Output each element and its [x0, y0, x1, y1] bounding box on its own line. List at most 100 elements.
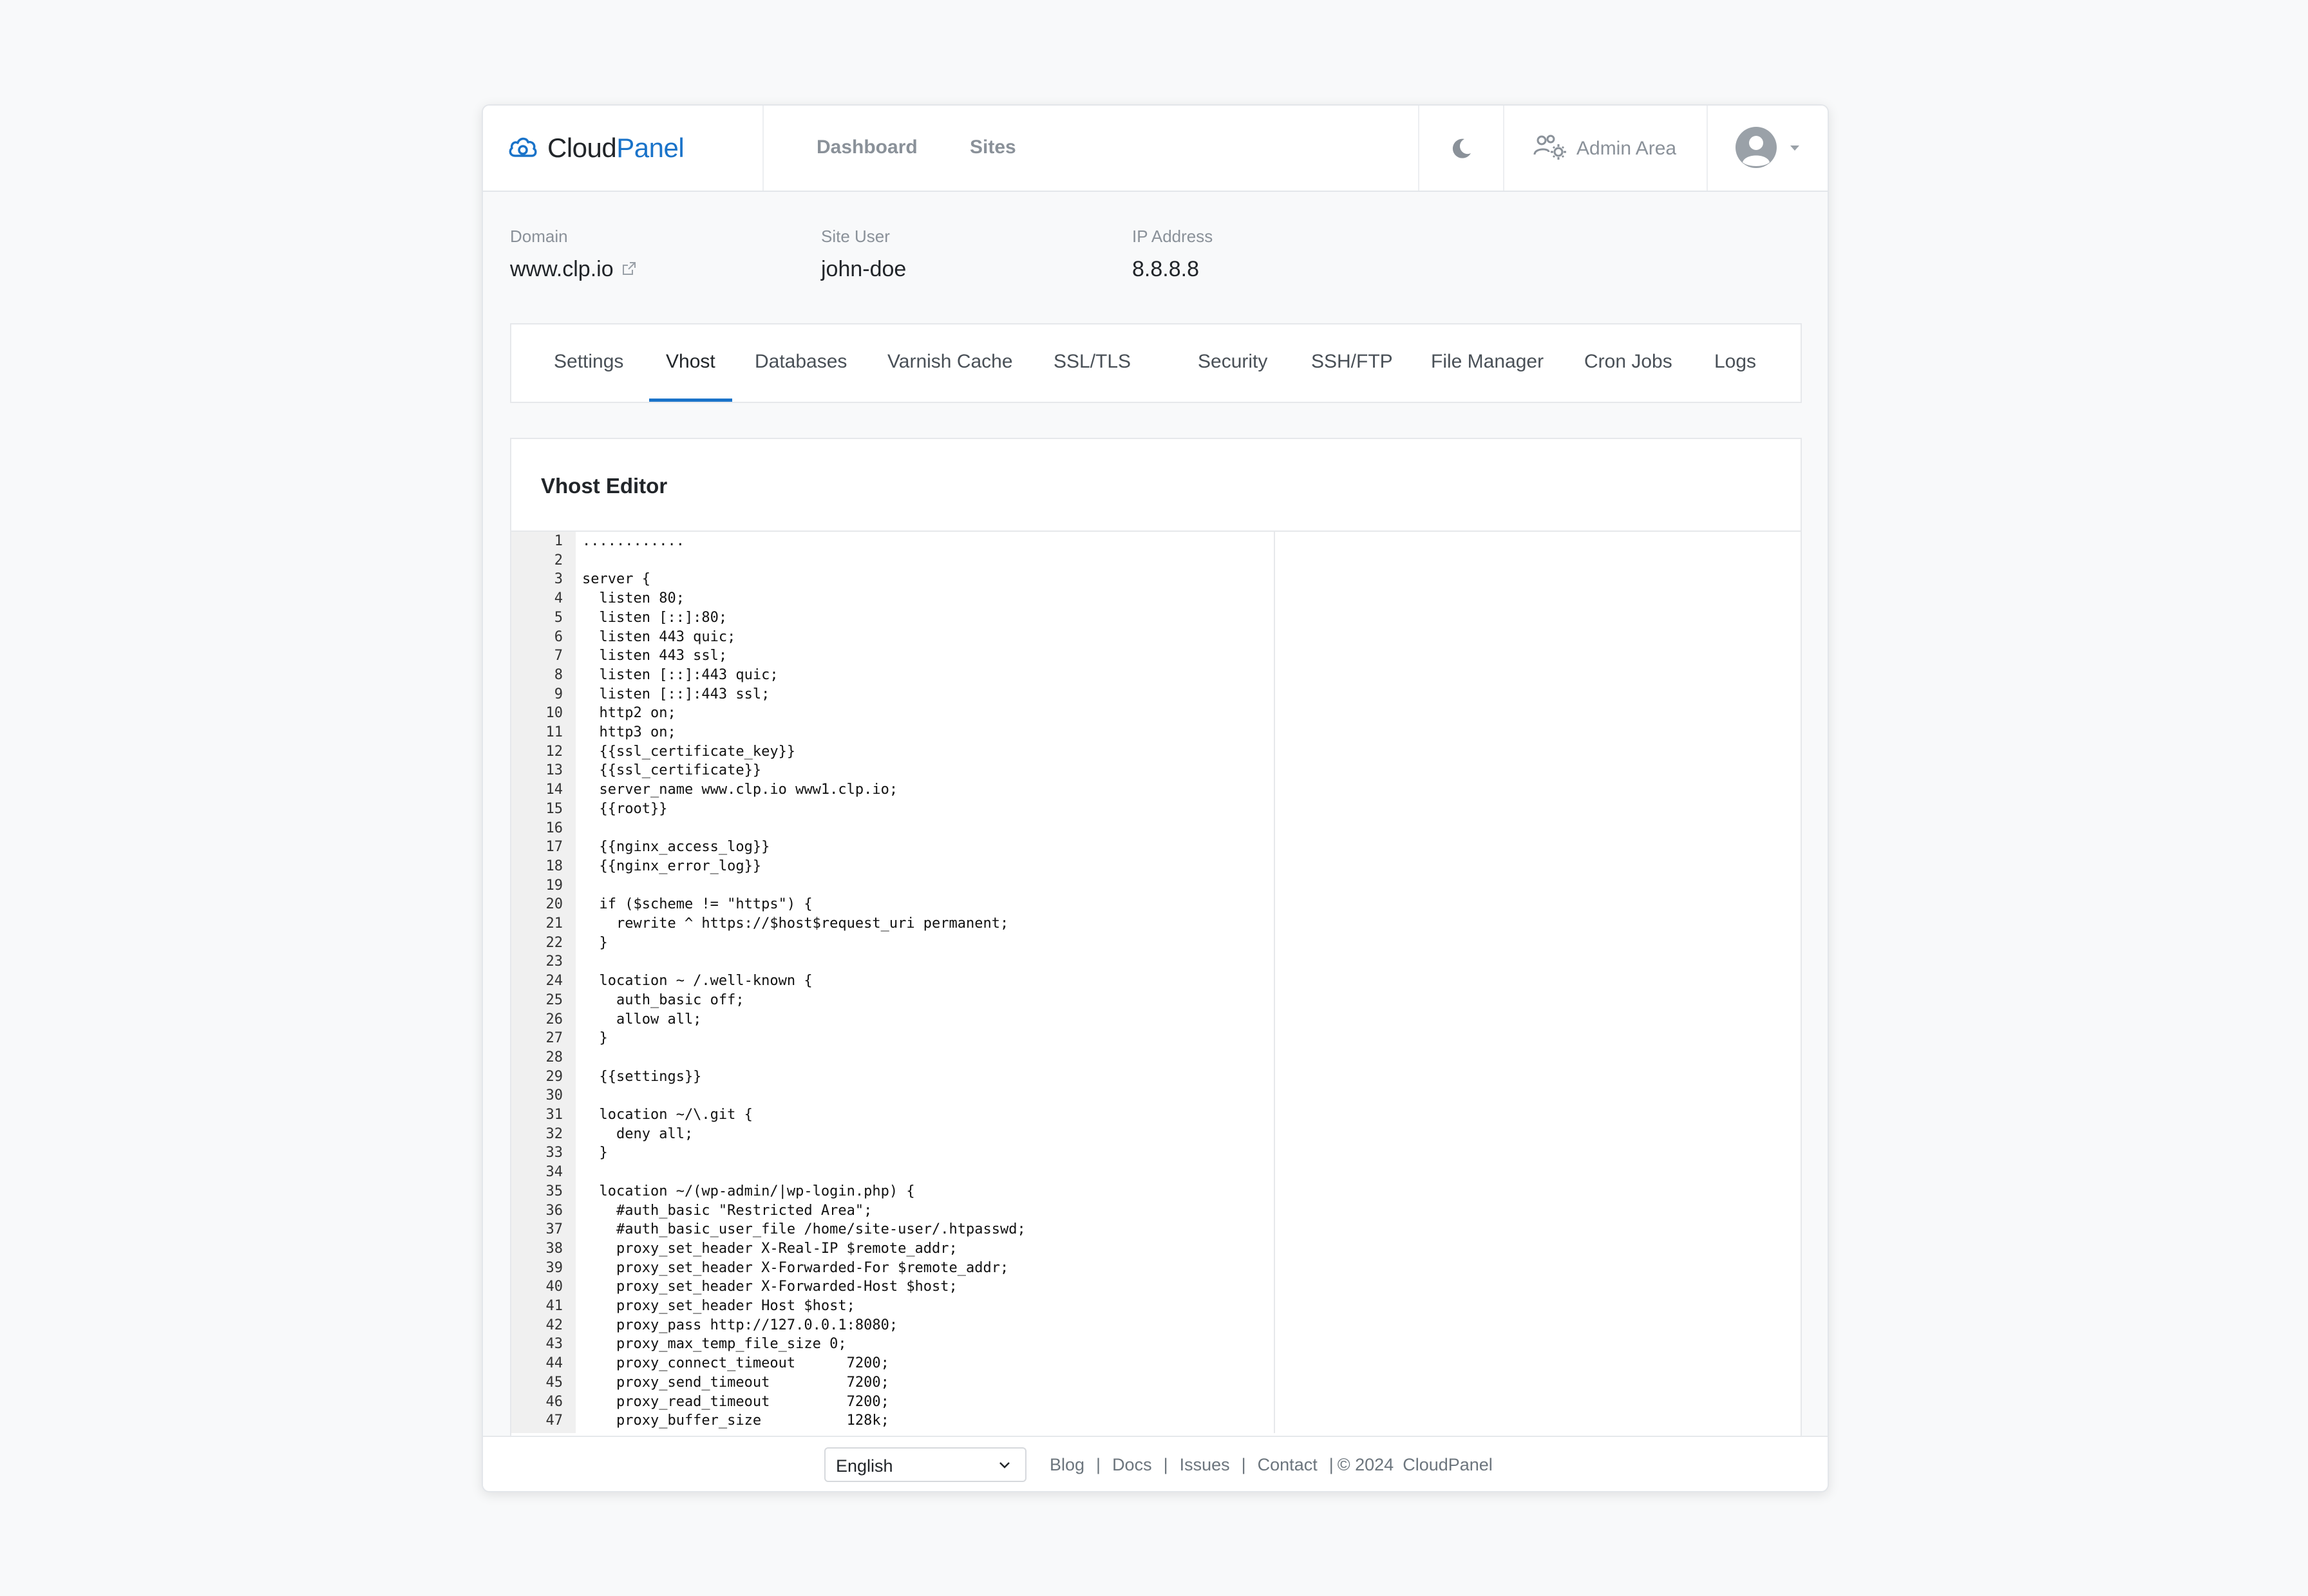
code-line[interactable]: 43 proxy_max_temp_file_size 0;: [511, 1335, 1274, 1354]
code-line[interactable]: 2: [511, 551, 1274, 570]
tab-settings[interactable]: Settings: [554, 324, 623, 402]
site-user-info: Site User john-doe: [821, 227, 906, 282]
code-line[interactable]: 18 {{nginx_error_log}}: [511, 857, 1274, 876]
line-number: 15: [545, 800, 563, 817]
code-line[interactable]: 20 if ($scheme != "https") {: [511, 895, 1274, 914]
code-line[interactable]: 25 auth_basic off;: [511, 991, 1274, 1010]
header-divider: [1503, 106, 1504, 191]
footer-link-docs[interactable]: Docs: [1112, 1455, 1152, 1475]
code-line[interactable]: 22 }: [511, 934, 1274, 953]
footer-link-issues[interactable]: Issues: [1180, 1455, 1230, 1475]
domain-info: Domain www.clp.io: [510, 227, 637, 282]
nav-dashboard[interactable]: Dashboard: [817, 136, 918, 158]
code-line[interactable]: 44 proxy_connect_timeout 7200;: [511, 1354, 1274, 1373]
code-text: proxy_buffer_size 128k;: [582, 1413, 889, 1429]
code-text: location ~/(wp-admin/|wp-login.php) {: [582, 1183, 915, 1199]
code-line[interactable]: 4 listen 80;: [511, 589, 1274, 608]
line-number: 19: [545, 877, 563, 894]
code-line[interactable]: 40 proxy_set_header X-Forwarded-Host $ho…: [511, 1277, 1274, 1297]
code-line[interactable]: 36 #auth_basic "Restricted Area";: [511, 1201, 1274, 1221]
tab-databases[interactable]: Databases: [755, 324, 847, 402]
tab-vhost[interactable]: Vhost: [649, 324, 732, 402]
code-line[interactable]: 15 {{root}}: [511, 800, 1274, 819]
admin-area-link[interactable]: Admin Area: [1533, 133, 1676, 164]
line-number: 22: [545, 934, 563, 951]
code-line[interactable]: 28: [511, 1048, 1274, 1067]
nav-sites[interactable]: Sites: [970, 136, 1016, 158]
code-line[interactable]: 1............: [511, 532, 1274, 551]
line-number: 8: [554, 666, 563, 683]
tab-file-manager[interactable]: File Manager: [1431, 324, 1544, 402]
code-line[interactable]: 34: [511, 1163, 1274, 1182]
tab-cron-jobs[interactable]: Cron Jobs: [1584, 324, 1672, 402]
line-number: 34: [545, 1164, 563, 1181]
code-line[interactable]: 32 deny all;: [511, 1125, 1274, 1144]
line-number: 46: [545, 1393, 563, 1410]
vhost-editor-card: Vhost Editor 1............ 2 3 server {4 li…: [510, 438, 1802, 1491]
code-line[interactable]: 17 {{nginx_access_log}}: [511, 838, 1274, 857]
code-line[interactable]: 8 listen [::]:443 quic;: [511, 666, 1274, 685]
code-line[interactable]: 5 listen [::]:80;: [511, 608, 1274, 628]
code-line[interactable]: 11 http3 on;: [511, 723, 1274, 742]
language-select[interactable]: English: [824, 1447, 1026, 1482]
code-text: deny all;: [582, 1125, 694, 1142]
code-text: proxy_send_timeout 7200;: [582, 1374, 889, 1391]
code-text: #auth_basic "Restricted Area";: [582, 1202, 873, 1219]
site-user-label: Site User: [821, 227, 890, 246]
code-line[interactable]: 35 location ~/(wp-admin/|wp-login.php) {: [511, 1182, 1274, 1201]
footer-link-blog[interactable]: Blog: [1050, 1455, 1084, 1475]
code-line[interactable]: 38 proxy_set_header X-Real-IP $remote_ad…: [511, 1239, 1274, 1259]
domain-value[interactable]: www.clp.io: [510, 257, 614, 282]
code-text: proxy_max_temp_file_size 0;: [582, 1336, 847, 1353]
code-line[interactable]: 21 rewrite ^ https://$host$request_uri p…: [511, 914, 1274, 934]
code-line[interactable]: 27 }: [511, 1029, 1274, 1048]
code-line[interactable]: 6 listen 443 quic;: [511, 628, 1274, 647]
code-line[interactable]: 39 proxy_set_header X-Forwarded-For $rem…: [511, 1259, 1274, 1278]
code-line[interactable]: 41 proxy_set_header Host $host;: [511, 1297, 1274, 1316]
footer: English Blog | Docs | Issues | Contact |…: [483, 1436, 1828, 1491]
code-line[interactable]: 37 #auth_basic_user_file /home/site-user…: [511, 1220, 1274, 1239]
external-link-icon[interactable]: [614, 257, 637, 282]
tab-security[interactable]: Security: [1198, 324, 1267, 402]
line-number: 24: [545, 973, 563, 990]
line-number: 25: [545, 991, 563, 1008]
code-line[interactable]: 19: [511, 876, 1274, 896]
code-line[interactable]: 31 location ~/\.git {: [511, 1105, 1274, 1125]
logo[interactable]: CloudPanel: [506, 131, 685, 165]
user-avatar-icon[interactable]: [1735, 126, 1777, 169]
language-value: English: [836, 1456, 893, 1476]
code-line[interactable]: 23: [511, 952, 1274, 972]
code-line[interactable]: 47 proxy_buffer_size 128k;: [511, 1411, 1274, 1431]
line-number: 21: [545, 915, 563, 932]
line-number: 18: [545, 858, 563, 874]
code-line[interactable]: 42 proxy_pass http://127.0.0.1:8080;: [511, 1316, 1274, 1335]
code-line[interactable]: 12 {{ssl_certificate_key}}: [511, 742, 1274, 762]
tab-ssl-tls[interactable]: SSL/TLS: [1054, 324, 1131, 402]
code-line[interactable]: 33 }: [511, 1143, 1274, 1163]
line-number: 30: [545, 1087, 563, 1104]
code-line[interactable]: 10 http2 on;: [511, 704, 1274, 723]
tab-varnish-cache[interactable]: Varnish Cache: [887, 324, 1013, 402]
code-line[interactable]: 13 {{ssl_certificate}}: [511, 761, 1274, 780]
code-line[interactable]: 14 server_name www.clp.io www1.clp.io;: [511, 780, 1274, 800]
line-number: 1: [554, 533, 563, 549]
code-line[interactable]: 9 listen [::]:443 ssl;: [511, 685, 1274, 704]
line-number: 37: [545, 1221, 563, 1238]
moon-icon[interactable]: [1449, 135, 1475, 161]
code-editor[interactable]: 1............ 2 3 server {4 listen 80; 5 lis…: [511, 532, 1275, 1433]
code-line[interactable]: 26 allow all;: [511, 1010, 1274, 1029]
tab-ssh-ftp[interactable]: SSH/FTP: [1311, 324, 1393, 402]
chevron-down-icon[interactable]: [1790, 146, 1799, 151]
code-line[interactable]: 3 server {: [511, 570, 1274, 589]
code-line[interactable]: 45 proxy_send_timeout 7200;: [511, 1373, 1274, 1393]
code-text: {{root}}: [582, 800, 668, 817]
code-line[interactable]: 7 listen 443 ssl;: [511, 646, 1274, 666]
line-number: 43: [545, 1336, 563, 1353]
code-line[interactable]: 30: [511, 1086, 1274, 1105]
code-line[interactable]: 24 location ~ /.well-known {: [511, 972, 1274, 991]
code-line[interactable]: 29 {{settings}}: [511, 1067, 1274, 1087]
code-line[interactable]: 46 proxy_read_timeout 7200;: [511, 1393, 1274, 1412]
footer-link-contact[interactable]: Contact: [1258, 1455, 1318, 1475]
tab-logs[interactable]: Logs: [1714, 324, 1756, 402]
code-line[interactable]: 16: [511, 819, 1274, 838]
